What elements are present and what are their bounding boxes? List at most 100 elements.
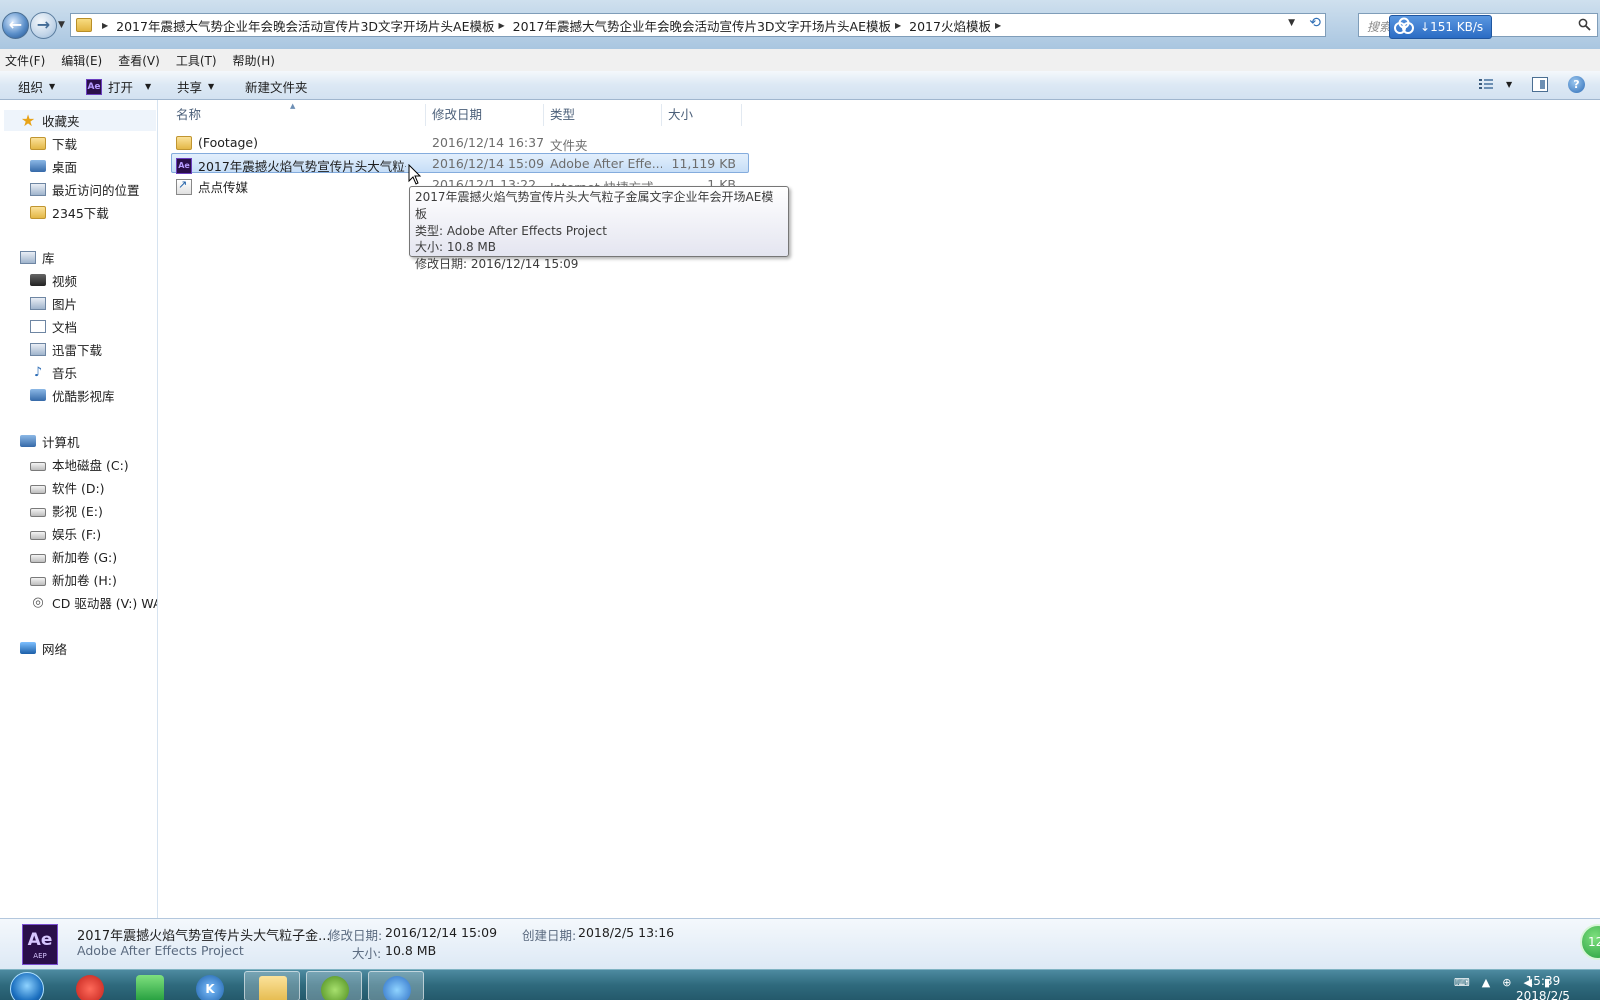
nav-item-pictures[interactable]: 图片 [30, 293, 77, 313]
taskbar-baidu-cloud[interactable] [368, 971, 424, 1000]
after-effects-icon: Ae [176, 157, 192, 174]
nav-item-documents[interactable]: 文档 [30, 316, 77, 336]
after-effects-icon: Ae [86, 78, 102, 95]
file-name: 点点传媒 [198, 180, 249, 195]
cloud-icon [383, 976, 411, 1000]
change-view-button[interactable]: ▼ [1478, 77, 1512, 91]
downloads-folder-icon [30, 136, 46, 150]
nav-favorites[interactable]: ★ 收藏夹 [4, 110, 156, 131]
open-button[interactable]: Ae 打开 ▼ [86, 77, 151, 96]
tooltip-modified: 修改日期: 2016/12/14 15:09 [415, 257, 579, 272]
nav-label: 网络 [42, 641, 68, 657]
nav-item-drive-f[interactable]: 娱乐 (F:) [30, 523, 101, 543]
nav-item-drive-g[interactable]: 新加卷 (G:) [30, 546, 117, 566]
network-icon [20, 642, 36, 654]
pictures-icon [30, 296, 46, 310]
address-dropdown[interactable]: ▼ [1288, 18, 1295, 28]
nav-item-drive-c[interactable]: 本地磁盘 (C:) [30, 454, 129, 474]
nav-label: 音乐 [52, 365, 78, 381]
file-name: 2017年震撼火焰气势宣传片头大气粒子... [198, 159, 406, 174]
nav-label: 影视 (E:) [52, 503, 103, 519]
star-icon: ★ [20, 111, 36, 130]
folder-icon [76, 18, 92, 32]
taskbar-app-player[interactable] [62, 971, 118, 1000]
file-tooltip: 2017年震撼火焰气势宣传片头大气粒子金属文字企业年会开场AE模板 类型: Ad… [409, 186, 789, 271]
chevron-right-icon[interactable]: ▶ [995, 21, 1001, 30]
file-name: (Footage) [198, 135, 258, 150]
recent-pages-dropdown[interactable]: ▼ [58, 20, 65, 30]
menu-edit[interactable]: 编辑(E) [61, 52, 102, 69]
share-button[interactable]: 共享 ▼ [177, 77, 214, 96]
chevron-up-icon[interactable]: ▲ [1482, 976, 1490, 989]
nav-label: 图片 [52, 296, 78, 312]
breadcrumb-1[interactable]: 2017年震撼大气势企业年会晚会活动宣传片3D文字开场片头AE模板 [116, 16, 494, 35]
search-icon[interactable] [1578, 18, 1591, 31]
nav-label: 文档 [52, 319, 78, 335]
column-header-date[interactable]: 修改日期 [426, 104, 544, 126]
details-created-label: 创建日期: [522, 928, 577, 943]
chevron-right-icon[interactable]: ▶ [895, 21, 901, 30]
taskbar-app-face[interactable] [306, 971, 362, 1000]
nav-item-recent-places[interactable]: 最近访问的位置 [30, 179, 140, 199]
nav-item-drive-e[interactable]: 影视 (E:) [30, 500, 103, 520]
new-folder-button[interactable]: 新建文件夹 [245, 77, 308, 96]
organize-label: 组织 [18, 80, 44, 95]
details-size-label: 大小: [352, 946, 382, 961]
breadcrumb-2[interactable]: 2017年震撼大气势企业年会晚会活动宣传片3D文字开场片头AE模板 [513, 16, 891, 35]
refresh-icon[interactable]: ⟲ [1309, 15, 1321, 31]
clock-time: 15:39 [1525, 974, 1561, 988]
column-header-type[interactable]: 类型 [544, 104, 662, 126]
preview-pane-icon[interactable] [1532, 77, 1548, 92]
menu-help[interactable]: 帮助(H) [233, 52, 275, 69]
address-field[interactable]: ▶ 2017年震撼大气势企业年会晚会活动宣传片3D文字开场片头AE模板 ▶ 20… [70, 13, 1326, 37]
nav-computer[interactable]: 计算机 [20, 431, 80, 451]
nav-item-cd-drive[interactable]: ◎ CD 驱动器 (V:) WA' [30, 592, 157, 612]
nav-network[interactable]: 网络 [20, 638, 67, 658]
organize-button[interactable]: 组织 ▼ [18, 77, 55, 96]
download-arrow-icon: ↓ [1420, 20, 1431, 34]
download-speed: 151 KB/s [1430, 20, 1484, 34]
back-button[interactable]: ← [2, 12, 29, 39]
aep-icon-label: Ae [27, 930, 53, 950]
menu-file[interactable]: 文件(F) [5, 52, 45, 69]
nav-item-downloads[interactable]: 下载 [30, 133, 77, 153]
menu-tools[interactable]: 工具(T) [176, 52, 217, 69]
nav-item-videos[interactable]: 视频 [30, 270, 77, 290]
help-icon[interactable]: ? [1568, 76, 1585, 93]
thunder-downloads-icon [30, 342, 46, 356]
music-icon: ♪ [33, 364, 43, 380]
nav-item-2345-downloads[interactable]: 2345下载 [30, 202, 109, 222]
keyboard-icon[interactable]: ⌨ [1454, 976, 1470, 989]
clock-date: 2018/2/5 [1516, 989, 1570, 1000]
plus-icon[interactable]: ⊕ [1502, 976, 1511, 989]
file-row[interactable]: Ae 2017年震撼火焰气势宣传片头大气粒子... 2016/12/14 15:… [171, 153, 749, 174]
system-drive-icon [30, 456, 46, 472]
clock[interactable]: 15:39 2018/2/5 [1516, 974, 1570, 1000]
nav-item-thunder-downloads[interactable]: 迅雷下载 [30, 339, 102, 359]
column-header-name[interactable]: 名称 ▲ [170, 102, 426, 126]
nav-label: 最近访问的位置 [52, 182, 140, 198]
command-bar: 组织 ▼ Ae 打开 ▼ 共享 ▼ 新建文件夹 ▼ ? [0, 71, 1600, 100]
nav-item-drive-h[interactable]: 新加卷 (H:) [30, 569, 117, 589]
list-view-icon [1479, 79, 1493, 89]
taskbar-app-k[interactable]: K [182, 971, 238, 1000]
start-button[interactable] [10, 972, 44, 1000]
chevron-right-icon[interactable]: ▶ [102, 21, 108, 30]
nav-label: 新加卷 (G:) [52, 549, 118, 565]
taskbar-app-green[interactable] [122, 971, 178, 1000]
nav-item-music[interactable]: ♪ 音乐 [30, 362, 77, 382]
nav-item-drive-d[interactable]: 软件 (D:) [30, 477, 105, 497]
nav-item-youku-library[interactable]: 优酷影视库 [30, 385, 115, 405]
download-speed-badge[interactable]: ↓ 151 KB/s [1389, 15, 1493, 39]
nav-item-desktop[interactable]: 桌面 [30, 156, 77, 176]
column-header-size[interactable]: 大小 [662, 104, 742, 126]
nav-libraries[interactable]: 库 [20, 247, 55, 267]
breadcrumb-3[interactable]: 2017火焰模板 [909, 16, 991, 35]
address-bar: ← → ▼ ▶ 2017年震撼大气势企业年会晚会活动宣传片3D文字开场片头AE模… [0, 0, 1600, 49]
menu-view[interactable]: 查看(V) [118, 52, 160, 69]
chevron-right-icon[interactable]: ▶ [499, 21, 505, 30]
file-row[interactable]: (Footage) 2016/12/14 16:37 文件夹 [171, 132, 749, 153]
forward-button[interactable]: → [30, 12, 57, 39]
taskbar-explorer[interactable] [244, 971, 300, 1000]
nav-label: 软件 (D:) [52, 480, 105, 496]
